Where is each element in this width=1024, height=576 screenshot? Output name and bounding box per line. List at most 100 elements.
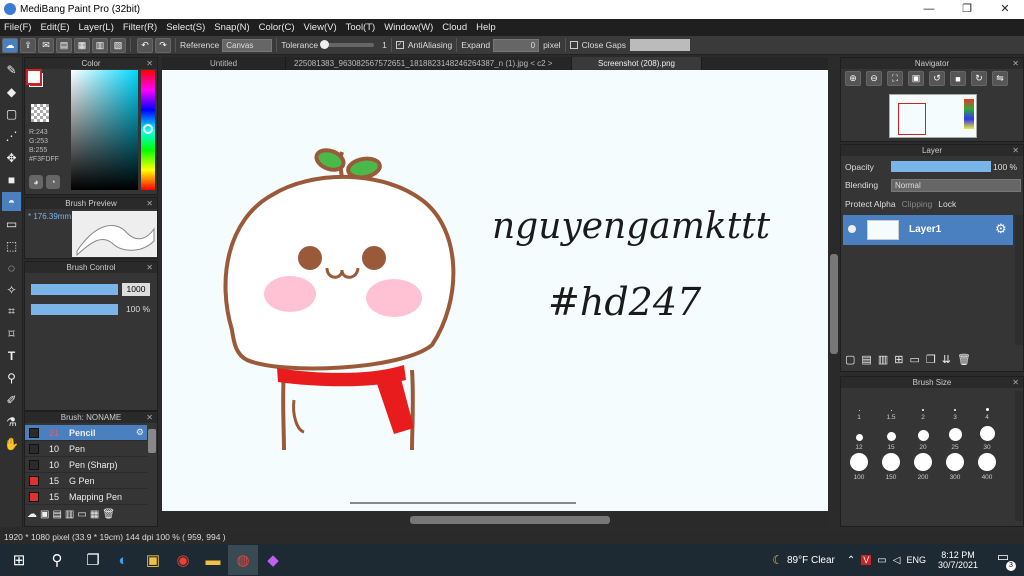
duplicate-layer-icon[interactable]: ❐ [926, 353, 936, 366]
undo-icon[interactable]: ↶ [137, 37, 153, 53]
brush-size-option[interactable]: 15 [875, 421, 907, 451]
layout-icon[interactable]: ▥ [92, 37, 108, 53]
brush-size-option[interactable]: 150 [875, 451, 907, 481]
cloud-icon[interactable]: ☁ [2, 37, 18, 53]
antialias-checkbox[interactable]: ✓ [395, 41, 404, 49]
tab-untitled[interactable]: Untitled [162, 57, 286, 70]
brush-size-option[interactable]: 25 [939, 421, 971, 451]
brush-item[interactable]: 21 Pencil ⚙ [25, 425, 147, 441]
lasso-tool-icon[interactable]: ◌ [2, 258, 21, 277]
reset-rotation-icon[interactable]: ■ [950, 71, 966, 86]
panel-close-icon[interactable]: ✕ [146, 198, 153, 209]
panel-close-icon[interactable]: ✕ [146, 58, 153, 69]
chrome-icon[interactable]: ◉ [168, 545, 198, 575]
share-icon[interactable]: ⇪ [20, 37, 36, 53]
panel-close-icon[interactable]: ✕ [1012, 58, 1019, 69]
color-history-icon[interactable]: ◔ [46, 175, 60, 189]
drawing-canvas[interactable]: nguyengamkttt #hd247 [162, 70, 828, 511]
visibility-icon[interactable] [848, 225, 856, 233]
folder-icon[interactable]: ▭ [909, 353, 919, 366]
volume-icon[interactable]: ◁ [893, 555, 901, 566]
brush-size-option[interactable]: 300 [939, 451, 971, 481]
text-tool-icon[interactable]: T [2, 346, 21, 365]
brush-size-option[interactable]: 12 [843, 421, 875, 451]
antivirus-icon[interactable]: V [861, 555, 872, 565]
close-button[interactable]: ✕ [986, 0, 1024, 19]
panel-close-icon[interactable]: ✕ [1012, 377, 1019, 388]
windows-start-icon[interactable]: ⊞ [4, 545, 34, 575]
layer-scrollbar[interactable] [1015, 215, 1023, 345]
zoom-in-icon[interactable]: ⊕ [845, 71, 861, 86]
transparent-swatch[interactable] [31, 104, 49, 122]
eraser-tool-icon[interactable]: ◆ [2, 82, 21, 101]
notification-center-icon[interactable]: ▭ 3 [992, 549, 1016, 571]
grid-icon[interactable]: ▧ [110, 37, 126, 53]
merge-layer-icon[interactable]: ⇊ [942, 353, 951, 366]
chevron-up-icon[interactable]: ⌃ [847, 555, 855, 566]
eyedropper-tool-icon[interactable]: ⚗ [2, 412, 21, 431]
flip-icon[interactable]: ⇋ [992, 71, 1008, 86]
close-gaps-checkbox[interactable] [569, 41, 578, 49]
magic-wand-tool-icon[interactable]: ✧ [2, 280, 21, 299]
rotate-left-icon[interactable]: ↺ [929, 71, 945, 86]
pen-tool-icon[interactable]: ✐ [2, 390, 21, 409]
fit-icon[interactable]: ⛶ [887, 71, 903, 86]
layer-row[interactable]: Layer1 ⚙ [843, 215, 1013, 245]
bucket-tool-icon[interactable]: ◓ [2, 192, 21, 211]
shape-tool-icon[interactable]: ▢ [2, 104, 21, 123]
redo-icon[interactable]: ↷ [155, 37, 171, 53]
new-8bit-layer-icon[interactable]: ▥ [878, 353, 888, 366]
menu-file[interactable]: File(F) [4, 22, 31, 33]
tab-screenshot[interactable]: Screenshot (208).png [572, 57, 702, 70]
language-indicator[interactable]: ENG [906, 555, 926, 565]
tolerance-slider[interactable] [320, 40, 375, 49]
vertical-scrollbar[interactable] [828, 70, 840, 511]
delete-brush-icon[interactable]: 🗑 [102, 509, 115, 520]
folder-icon[interactable]: ▭ [77, 509, 86, 520]
edge-icon[interactable]: ◐ [108, 545, 138, 575]
brush-item[interactable]: 10 Pen [25, 441, 147, 457]
select-pen-tool-icon[interactable]: ⌗ [2, 302, 21, 321]
vertical-scroll-thumb[interactable] [830, 254, 838, 354]
copy-brush-icon[interactable]: ▥ [65, 509, 74, 520]
brush-item[interactable]: 10 Pen (Sharp) [25, 457, 147, 473]
menu-layer[interactable]: Layer(L) [79, 22, 114, 33]
file-explorer-icon[interactable]: ▬ [198, 545, 228, 575]
store-icon[interactable]: ▣ [138, 545, 168, 575]
menu-edit[interactable]: Edit(E) [40, 22, 69, 33]
gear-icon[interactable]: ⚙ [136, 427, 144, 438]
brush-item[interactable]: 15 Mapping Pen [25, 489, 147, 505]
brush-size-slider[interactable] [31, 284, 118, 295]
brush-size-option[interactable]: 4 [971, 391, 1003, 421]
brush-list-scrollbar[interactable] [148, 429, 156, 453]
brush-size-option[interactable]: 100 [843, 451, 875, 481]
hue-slider[interactable] [141, 70, 155, 190]
close-gaps-slider[interactable] [629, 39, 690, 51]
brush-size-scrollbar[interactable] [1015, 391, 1023, 521]
slider-thumb[interactable] [320, 40, 330, 49]
lock-checkbox[interactable]: Lock [938, 199, 956, 209]
brush-opacity-slider[interactable] [31, 304, 118, 315]
menu-tool[interactable]: Tool(T) [346, 22, 376, 33]
chat-icon[interactable]: ✉ [38, 37, 54, 53]
menu-select[interactable]: Select(S) [166, 22, 205, 33]
duplicate-icon[interactable]: ▦ [90, 509, 99, 520]
new-brush-icon[interactable]: ▣ [40, 509, 49, 520]
menu-help[interactable]: Help [476, 22, 496, 33]
layer-opacity-slider[interactable] [891, 161, 991, 172]
tab-jpg-file[interactable]: 225081383_963082567572651_18188231482462… [286, 57, 572, 70]
zoom-out-icon[interactable]: ⊖ [866, 71, 882, 86]
saturation-value-picker[interactable] [71, 70, 138, 190]
horizontal-scrollbar[interactable] [162, 513, 828, 527]
palette-icon[interactable]: ◕ [29, 175, 43, 189]
horizontal-scroll-thumb[interactable] [410, 516, 610, 524]
delete-layer-icon[interactable]: 🗑 [957, 353, 971, 366]
brush-size-option[interactable]: 30 [971, 421, 1003, 451]
brush-size-option[interactable]: 400 [971, 451, 1003, 481]
gradient-tool-icon[interactable]: ▭ [2, 214, 21, 233]
comment-icon[interactable]: ▤ [56, 37, 72, 53]
menu-color[interactable]: Color(C) [259, 22, 295, 33]
brush-size-value[interactable]: 1000 [122, 283, 150, 296]
add-brush-icon[interactable]: ☁ [27, 509, 37, 520]
search-icon[interactable]: ⚲ [42, 545, 72, 575]
